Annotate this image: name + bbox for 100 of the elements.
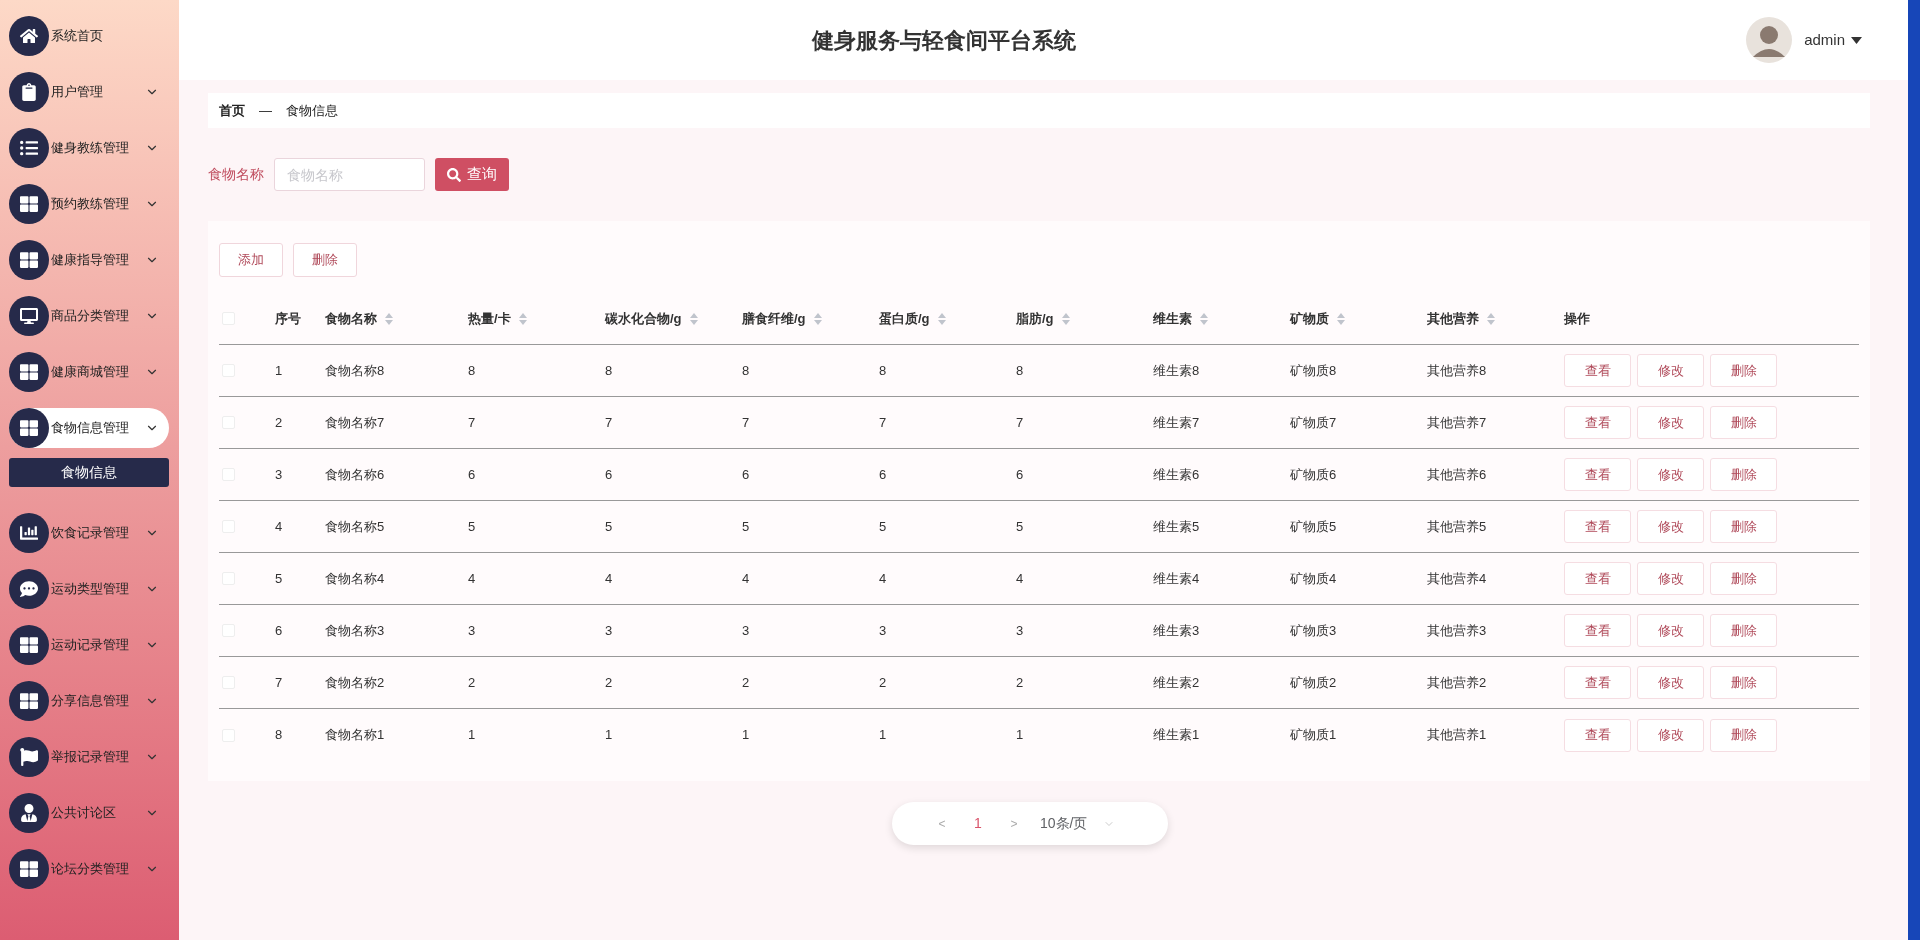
table-cell: 矿物质3 [1290,622,1337,638]
sidebar-item[interactable]: 运动类型管理 [9,569,169,609]
row-action-button[interactable]: 查看 [1564,666,1631,699]
table-cell: 维生素6 [1153,466,1200,482]
avatar[interactable] [1746,17,1793,63]
house-icon [20,27,38,45]
row-action-button[interactable]: 删除 [1710,354,1777,387]
table-cell: 1 [605,727,613,743]
sidebar-item[interactable]: 运动记录管理 [9,625,169,665]
table-cell: 7 [605,414,613,430]
row-action-button[interactable]: 修改 [1637,354,1704,387]
grid-icon [20,860,38,878]
row-action-button[interactable]: 修改 [1637,562,1704,595]
table-cell: 其他营养1 [1427,727,1487,743]
table-cell: 5 [275,570,283,586]
table-cell: 7 [468,414,476,430]
table-cell: 4 [879,570,887,586]
table-cell: 8 [879,362,887,378]
row-action-button[interactable]: 修改 [1637,718,1704,752]
column-header[interactable]: 膳食纤维/g [742,308,822,329]
row-action-button[interactable]: 删除 [1710,510,1777,543]
row-action-button[interactable]: 查看 [1564,458,1631,491]
sidebar-item[interactable]: 分享信息管理 [9,681,169,721]
column-header[interactable]: 矿物质 [1290,308,1345,329]
sidebar-label: 健身教练管理 [51,139,129,158]
row-action-button[interactable]: 删除 [1710,718,1777,752]
column-header[interactable]: 食物名称 [325,308,393,329]
sort-icon[interactable] [1337,312,1345,325]
row-action-button[interactable]: 查看 [1564,562,1631,595]
page-number[interactable]: 1 [954,813,1002,834]
table-cell: 维生素5 [1153,518,1200,534]
chat-icon [20,580,38,598]
sidebar-item[interactable]: 预约教练管理 [9,184,169,224]
row-action-button[interactable]: 查看 [1564,718,1631,752]
row-action-button[interactable]: 查看 [1564,406,1631,439]
sidebar-label: 健康商城管理 [51,363,129,382]
sort-icon[interactable] [1487,312,1495,325]
row-action-button[interactable]: 删除 [1710,666,1777,699]
toolbar-button[interactable]: 添加 [219,243,283,277]
toolbar-button[interactable]: 删除 [293,243,357,277]
row-action-button[interactable]: 查看 [1564,510,1631,543]
sort-icon[interactable] [937,312,946,325]
row-action-button[interactable]: 修改 [1637,458,1704,491]
sidebar-label: 举报记录管理 [51,748,129,767]
row-action-button[interactable]: 删除 [1710,458,1777,491]
caret-icon[interactable] [1851,36,1862,44]
sidebar-item[interactable]: 饮食记录管理 [9,513,169,553]
sidebar-item[interactable]: 用户管理 [9,72,169,112]
column-header[interactable]: 碳水化合物/g [605,308,698,329]
sidebar-item[interactable]: 食物信息管理 [9,408,169,448]
sidebar-label: 运动记录管理 [51,636,129,655]
search-button[interactable]: 查询 [435,158,509,191]
column-header[interactable]: 维生素 [1153,308,1208,329]
breadcrumb-item[interactable]: 食物信息 [286,100,338,121]
sidebar-item[interactable]: 商品分类管理 [9,296,169,336]
table-cell: 1 [468,727,476,743]
table-cell: 7 [879,414,887,430]
column-header[interactable]: 脂肪/g [1016,308,1070,329]
page-size-select[interactable]: 10条/页 [1040,813,1116,834]
row-action-button[interactable]: 删除 [1710,406,1777,439]
row-action-button[interactable]: 查看 [1564,614,1631,647]
username[interactable]: admin [1804,28,1845,52]
row-action-button[interactable]: 删除 [1710,614,1777,647]
row-action-button[interactable]: 修改 [1637,614,1704,647]
sort-icon[interactable] [813,312,822,325]
column-header: 序号 [275,309,301,328]
sidebar-item[interactable]: 系统首页 [9,16,169,56]
row-action-button[interactable]: 删除 [1710,562,1777,595]
table-cell: 矿物质8 [1290,362,1337,378]
table-cell: 5 [605,518,613,534]
sidebar-item[interactable]: 健康商城管理 [9,352,169,392]
sidebar-label: 分享信息管理 [51,692,129,711]
sidebar-item[interactable]: 论坛分类管理 [9,849,169,889]
column-header[interactable]: 热量/卡 [468,308,527,329]
sidebar-item[interactable]: 公共讨论区 [9,793,169,833]
submenu-item[interactable]: 食物信息 [9,458,169,487]
breadcrumb-item[interactable]: 首页 [219,100,245,121]
sort-icon[interactable] [1061,312,1070,325]
column-header[interactable]: 蛋白质/g [879,308,946,329]
table-cell: 食物名称6 [325,466,385,482]
sidebar-item[interactable]: 健康指导管理 [9,240,169,280]
row-action-button[interactable]: 修改 [1637,510,1704,543]
sort-icon[interactable] [1200,312,1208,325]
sidebar-item[interactable]: 健身教练管理 [9,128,169,168]
sort-icon[interactable] [385,312,393,325]
sort-icon[interactable] [689,312,698,325]
sidebar-label: 商品分类管理 [51,307,129,326]
table-cell: 3 [742,622,750,638]
field-label: 食物名称 [208,165,264,184]
row-action-button[interactable]: 修改 [1637,666,1704,699]
column-header[interactable]: 其他营养 [1427,308,1495,329]
sidebar-label: 系统首页 [51,27,103,46]
row-action-button[interactable]: 修改 [1637,406,1704,439]
table-cell: 其他营养8 [1427,362,1487,378]
table-cell: 其他营养3 [1427,622,1487,638]
sidebar-label: 论坛分类管理 [51,860,129,879]
sidebar-label: 饮食记录管理 [51,524,129,543]
sort-icon[interactable] [518,312,527,325]
sidebar-item[interactable]: 举报记录管理 [9,737,169,777]
row-action-button[interactable]: 查看 [1564,354,1631,387]
